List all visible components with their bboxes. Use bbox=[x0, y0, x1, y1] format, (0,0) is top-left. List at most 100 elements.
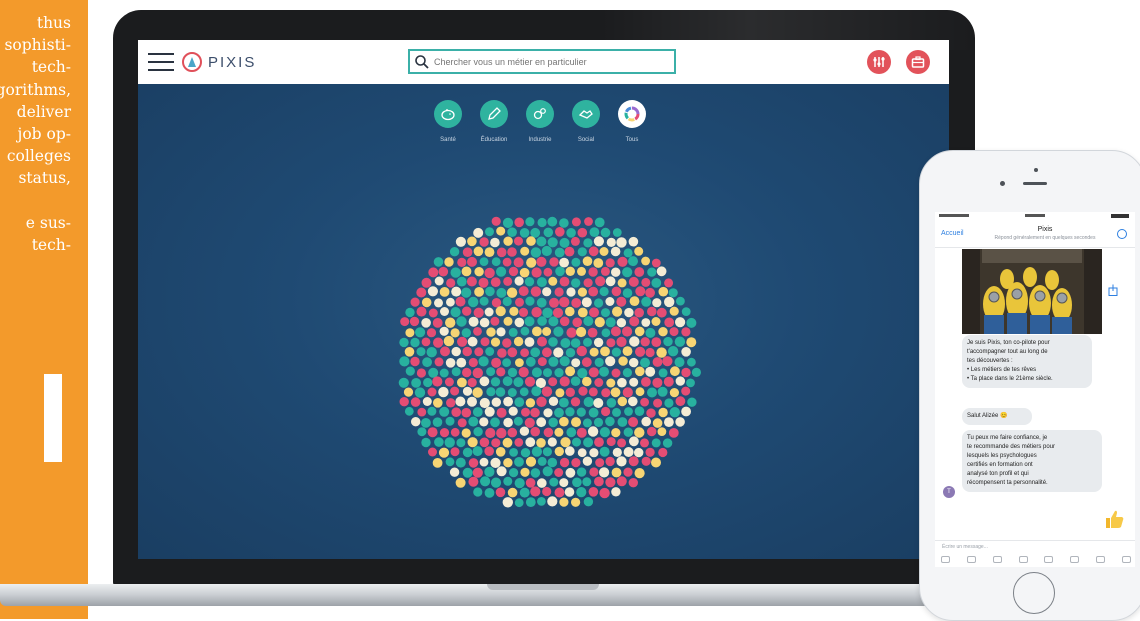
job-bubble[interactable] bbox=[553, 326, 564, 337]
job-bubble[interactable] bbox=[403, 387, 414, 397]
job-bubble[interactable] bbox=[490, 277, 501, 287]
job-bubble[interactable] bbox=[531, 307, 542, 318]
job-bubble[interactable] bbox=[455, 236, 466, 247]
job-bubble[interactable] bbox=[669, 306, 679, 316]
job-bubble[interactable] bbox=[657, 427, 667, 436]
job-bubble[interactable] bbox=[635, 387, 645, 397]
job-bubble[interactable] bbox=[531, 267, 542, 278]
job-bubble[interactable] bbox=[508, 327, 518, 337]
job-bubble[interactable] bbox=[583, 337, 592, 347]
job-bubble[interactable] bbox=[623, 467, 633, 477]
job-bubble[interactable] bbox=[611, 428, 621, 438]
job-bubble[interactable] bbox=[457, 377, 467, 388]
job-bubble[interactable] bbox=[438, 447, 450, 458]
job-bubble[interactable] bbox=[588, 267, 598, 277]
job-bubble[interactable] bbox=[583, 396, 594, 408]
job-bubble[interactable] bbox=[405, 366, 415, 376]
job-bubble[interactable] bbox=[548, 377, 558, 387]
job-bubble[interactable] bbox=[605, 317, 616, 328]
job-bubble[interactable] bbox=[651, 438, 661, 448]
job-bubble[interactable] bbox=[616, 318, 627, 328]
job-bubble[interactable] bbox=[571, 257, 581, 267]
job-bubble[interactable] bbox=[599, 427, 610, 438]
job-bubble[interactable] bbox=[461, 287, 472, 298]
job-bubble[interactable] bbox=[496, 367, 506, 377]
job-bubble[interactable] bbox=[514, 397, 525, 407]
job-bubble[interactable] bbox=[513, 257, 524, 268]
job-bubble[interactable] bbox=[542, 466, 553, 477]
job-bubble[interactable] bbox=[565, 306, 575, 317]
job-bubble[interactable] bbox=[601, 308, 610, 318]
job-bubble[interactable] bbox=[479, 437, 490, 448]
camera-icon[interactable] bbox=[992, 556, 1002, 563]
job-bubble[interactable] bbox=[457, 257, 467, 267]
job-bubble[interactable] bbox=[526, 236, 536, 246]
job-bubble[interactable] bbox=[525, 497, 536, 507]
job-bubble[interactable] bbox=[440, 346, 450, 357]
job-bubble[interactable] bbox=[583, 278, 593, 288]
job-bubble[interactable] bbox=[491, 298, 502, 308]
job-bubble[interactable] bbox=[427, 406, 437, 416]
job-bubble[interactable] bbox=[616, 456, 627, 467]
job-bubble[interactable] bbox=[553, 347, 564, 358]
job-bubble[interactable] bbox=[571, 217, 581, 227]
job-bubble[interactable] bbox=[617, 396, 628, 407]
job-bubble[interactable] bbox=[554, 427, 564, 437]
job-bubble[interactable] bbox=[611, 487, 621, 497]
job-bubble[interactable] bbox=[611, 267, 621, 277]
job-bubble[interactable] bbox=[473, 327, 482, 336]
job-bubble[interactable] bbox=[541, 245, 552, 257]
job-bubble[interactable] bbox=[599, 286, 609, 297]
job-bubble[interactable] bbox=[594, 317, 605, 328]
job-bubble[interactable] bbox=[599, 487, 610, 499]
job-bubble[interactable] bbox=[640, 357, 650, 368]
job-bubble[interactable] bbox=[634, 246, 644, 256]
job-bubble[interactable] bbox=[513, 336, 524, 347]
job-bubble[interactable] bbox=[640, 337, 650, 347]
app-logo[interactable]: PIXIS bbox=[182, 50, 256, 74]
gif-icon[interactable] bbox=[966, 556, 976, 563]
job-bubble[interactable] bbox=[669, 388, 680, 398]
job-bubble[interactable] bbox=[502, 497, 513, 508]
job-bubble[interactable] bbox=[479, 457, 489, 467]
job-bubble[interactable] bbox=[484, 247, 495, 257]
job-bubble[interactable] bbox=[428, 367, 439, 378]
job-bubble[interactable] bbox=[421, 277, 432, 288]
job-bubble[interactable] bbox=[572, 437, 581, 447]
job-bubble[interactable] bbox=[462, 306, 472, 316]
job-bubble[interactable] bbox=[398, 377, 409, 388]
job-bubble[interactable] bbox=[422, 397, 432, 406]
job-bubble[interactable] bbox=[485, 427, 496, 439]
job-bubble[interactable] bbox=[640, 397, 649, 407]
job-bubble[interactable] bbox=[438, 386, 449, 398]
share-icon[interactable] bbox=[1108, 284, 1118, 296]
job-bubble[interactable] bbox=[478, 277, 489, 288]
job-bubble[interactable] bbox=[461, 266, 472, 277]
job-bubble[interactable] bbox=[434, 276, 444, 286]
job-bubble[interactable] bbox=[472, 387, 483, 398]
job-bubble[interactable] bbox=[514, 498, 524, 508]
job-bubble[interactable] bbox=[543, 368, 552, 378]
job-bubble[interactable] bbox=[508, 266, 519, 277]
job-bubble[interactable] bbox=[606, 378, 616, 388]
job-bubble[interactable] bbox=[490, 377, 501, 387]
job-bubble[interactable] bbox=[472, 446, 483, 457]
job-bubble[interactable] bbox=[589, 307, 599, 318]
job-bubble[interactable] bbox=[416, 306, 427, 317]
job-bubble[interactable] bbox=[525, 356, 536, 367]
message-composer[interactable]: Écrire un message... bbox=[935, 540, 1135, 567]
job-bubble[interactable] bbox=[515, 358, 524, 367]
job-bubble[interactable] bbox=[421, 418, 431, 428]
job-bubble[interactable] bbox=[536, 297, 547, 308]
job-bubble[interactable] bbox=[662, 438, 673, 448]
job-bubble[interactable] bbox=[491, 438, 501, 448]
job-bubble[interactable] bbox=[571, 298, 582, 308]
job-bubble[interactable] bbox=[520, 246, 530, 256]
briefcase-button[interactable] bbox=[906, 50, 930, 74]
job-bubble[interactable] bbox=[640, 438, 649, 448]
job-bubble[interactable] bbox=[624, 307, 634, 318]
job-bubble[interactable] bbox=[456, 438, 466, 448]
job-bubble[interactable] bbox=[670, 366, 680, 377]
job-bubble[interactable] bbox=[433, 257, 444, 267]
job-bubble[interactable] bbox=[451, 407, 462, 418]
